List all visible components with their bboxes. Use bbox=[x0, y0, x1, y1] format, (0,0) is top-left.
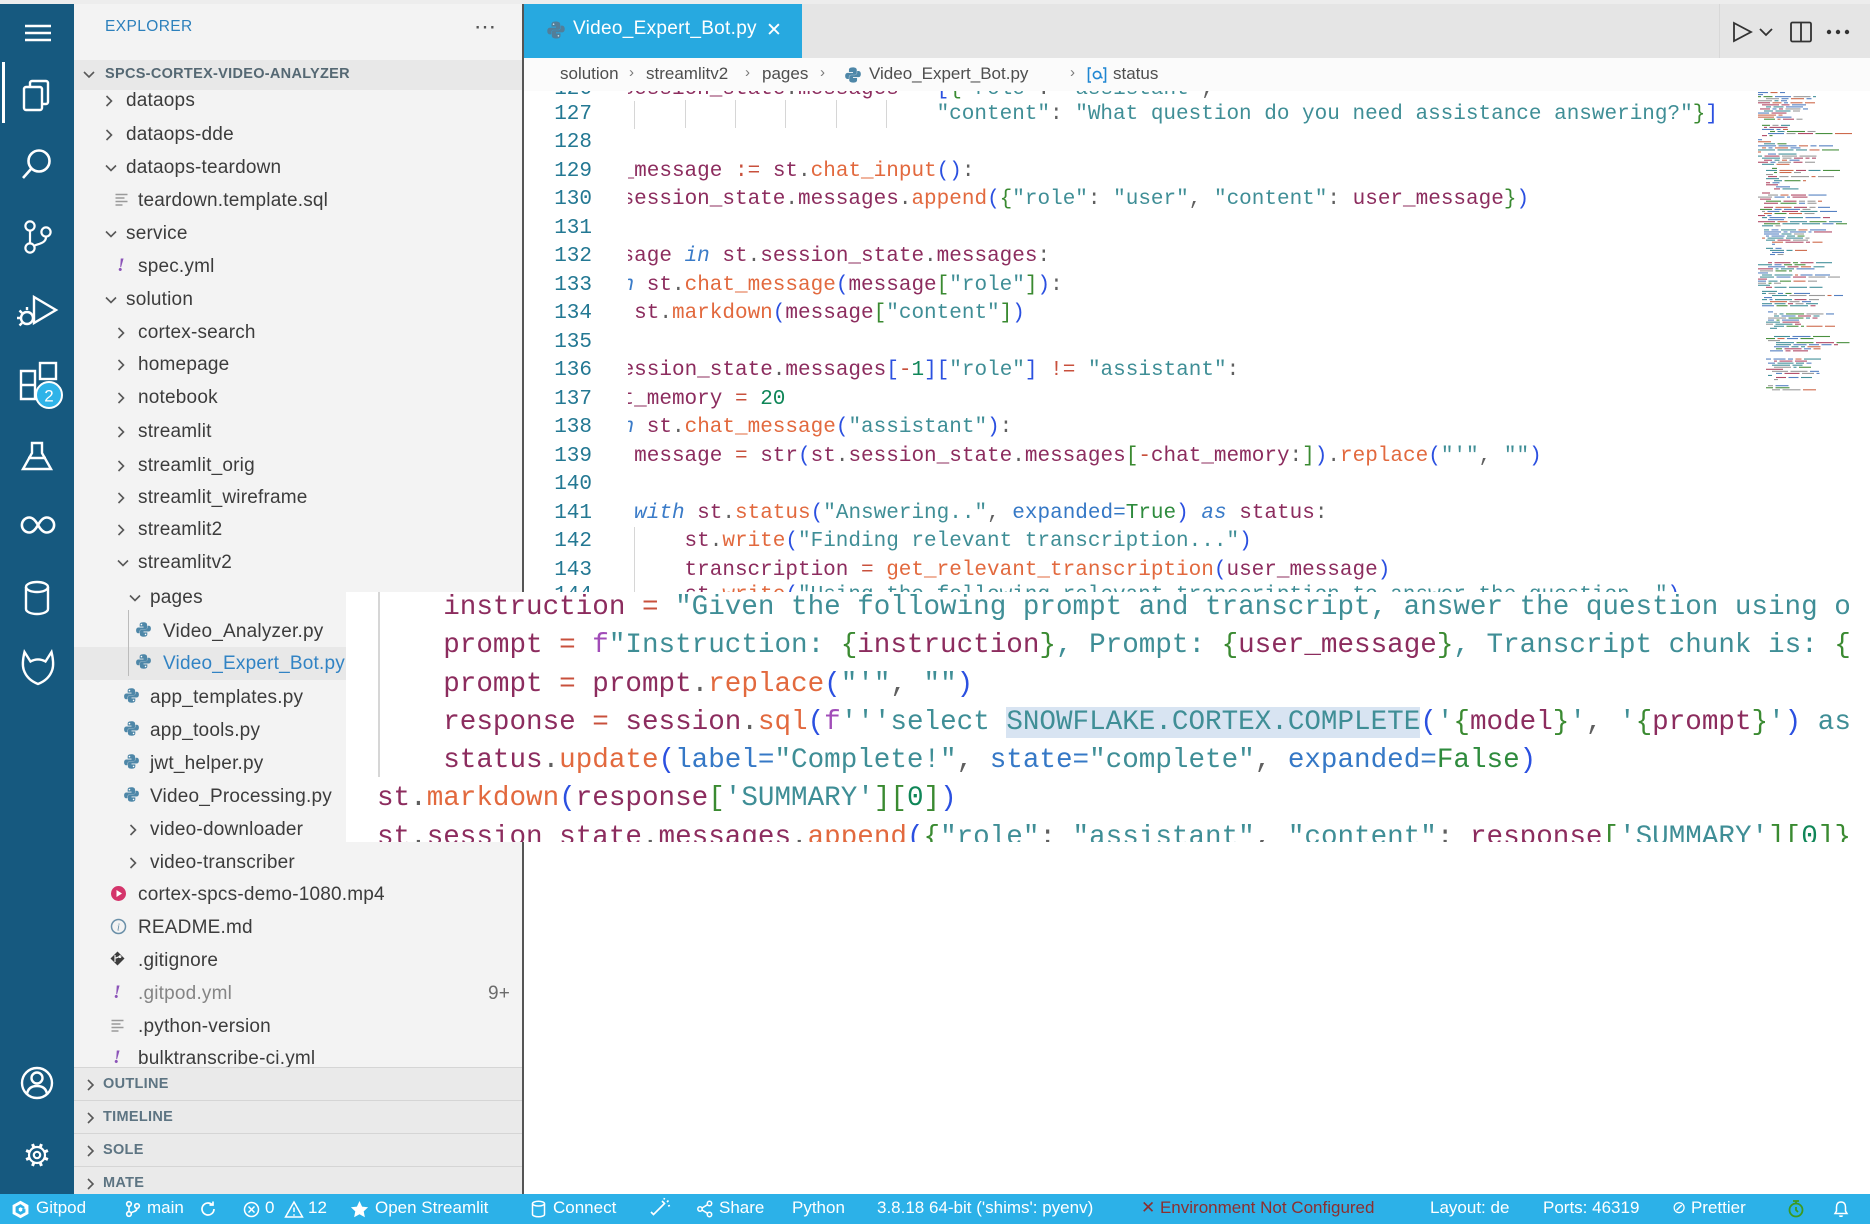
svg-text:i: i bbox=[117, 922, 120, 934]
svg-text:!: ! bbox=[113, 984, 121, 1001]
svg-text:!: ! bbox=[113, 1049, 121, 1066]
svg-text:!: ! bbox=[117, 257, 125, 274]
svg-text:2: 2 bbox=[44, 387, 53, 406]
